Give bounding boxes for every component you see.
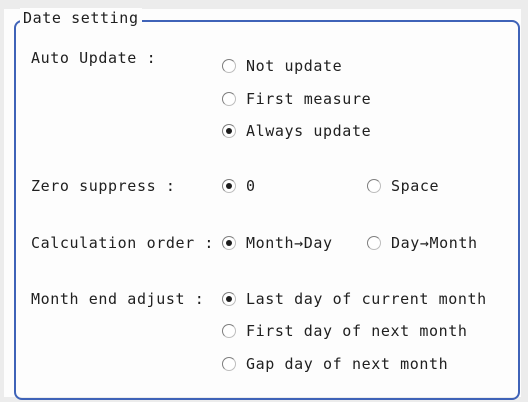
radio-label: Gap day of next month xyxy=(246,355,449,373)
calculation-order-label: Calculation order : xyxy=(31,234,214,252)
radio-checked-icon xyxy=(222,179,236,193)
radio-circle-icon xyxy=(222,59,236,73)
group-title: Date setting xyxy=(20,8,142,28)
radio-label: Always update xyxy=(246,122,372,140)
radio-label: 0 xyxy=(246,177,256,195)
radio-circle-icon xyxy=(367,236,381,250)
radio-first-day-next-month[interactable]: First day of next month xyxy=(222,321,468,341)
radio-checked-icon xyxy=(222,236,236,250)
radio-label: Month→Day xyxy=(246,234,333,252)
radio-checked-icon xyxy=(222,124,236,138)
radio-circle-icon xyxy=(222,92,236,106)
radio-label: Last day of current month xyxy=(246,290,487,308)
radio-label: Space xyxy=(391,177,440,195)
radio-month-day[interactable]: Month→Day xyxy=(222,233,333,253)
radio-circle-icon xyxy=(367,179,381,193)
zero-suppress-label: Zero suppress : xyxy=(31,177,176,195)
radio-zero[interactable]: 0 xyxy=(222,176,256,196)
radio-last-day-current-month[interactable]: Last day of current month xyxy=(222,289,487,309)
radio-label: First measure xyxy=(246,90,372,108)
radio-circle-icon xyxy=(222,357,236,371)
radio-circle-icon xyxy=(222,324,236,338)
radio-label: Not update xyxy=(246,57,343,75)
radio-not-update[interactable]: Not update xyxy=(222,56,342,76)
month-end-adjust-label: Month end adjust : xyxy=(31,290,205,308)
radio-day-month[interactable]: Day→Month xyxy=(367,233,478,253)
radio-gap-day-next-month[interactable]: Gap day of next month xyxy=(222,354,448,374)
radio-checked-icon xyxy=(222,292,236,306)
radio-first-measure[interactable]: First measure xyxy=(222,89,371,109)
radio-label: First day of next month xyxy=(246,322,468,340)
auto-update-label: Auto Update : xyxy=(31,49,157,67)
radio-space[interactable]: Space xyxy=(367,176,439,196)
radio-label: Day→Month xyxy=(391,234,478,252)
radio-always-update[interactable]: Always update xyxy=(222,121,371,141)
